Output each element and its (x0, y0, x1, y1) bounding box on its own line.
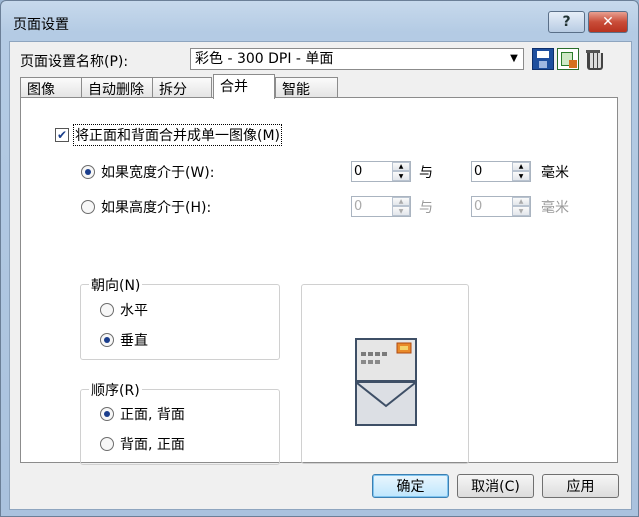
orientation-horizontal-row[interactable]: 水平 (100, 300, 148, 320)
height-radio-row[interactable]: 如果高度介于(H): (81, 197, 211, 217)
order-group: 顺序(R) 正面, 背面 背面, 正面 (80, 380, 280, 465)
chevron-down-icon[interactable]: ▼ (505, 49, 523, 69)
spin-down-icon[interactable]: ▼ (512, 206, 530, 216)
trash-icon[interactable] (583, 48, 605, 70)
horizontal-radio-label[interactable]: 水平 (120, 300, 148, 320)
width-unit-label: 毫米 (541, 165, 569, 181)
height-from-spin-buttons: ▲ ▼ (392, 197, 410, 216)
order-front-back-row[interactable]: 正面, 背面 (100, 404, 185, 424)
tab-image[interactable]: 图像 (20, 77, 82, 98)
width-from-spin-buttons: ▲ ▼ (392, 162, 410, 181)
apply-button[interactable]: 应用 (542, 474, 619, 498)
width-from-value: 0 (354, 164, 363, 179)
title-bar: 页面设置 ? ✕ (1, 1, 638, 41)
height-from-value: 0 (354, 199, 363, 214)
dialog-window: 页面设置 ? ✕ 页面设置名称(P): 彩色 - 300 DPI - 单面 ▼ … (0, 0, 639, 517)
height-from-spinner[interactable]: 0 ▲ ▼ (351, 196, 411, 217)
order-group-label: 顺序(R) (89, 380, 142, 400)
horizontal-radio[interactable] (100, 303, 114, 317)
profile-label: 页面设置名称(P): (20, 54, 129, 70)
profile-combo[interactable]: 彩色 - 300 DPI - 单面 ▼ (190, 48, 524, 70)
height-to-spinner[interactable]: 0 ▲ ▼ (471, 196, 531, 217)
merge-checkbox-label[interactable]: 将正面和背面合并成单一图像(M) (73, 124, 283, 146)
width-to-spinner[interactable]: 0 ▲ ▼ (471, 161, 531, 182)
width-and-label: 与 (419, 165, 433, 181)
width-radio-label[interactable]: 如果宽度介于(W): (101, 162, 214, 182)
height-to-spin-buttons: ▲ ▼ (512, 197, 530, 216)
merge-checkbox[interactable]: ✔ (55, 128, 69, 142)
help-button[interactable]: ? (548, 11, 585, 33)
dialog-client: 页面设置名称(P): 彩色 - 300 DPI - 单面 ▼ 图像 自动删除 拆… (9, 41, 632, 510)
height-unit-label: 毫米 (541, 200, 569, 216)
cancel-button[interactable]: 取消(C) (457, 474, 534, 498)
height-to-value: 0 (474, 199, 483, 214)
profile-value: 彩色 - 300 DPI - 单面 (195, 51, 334, 67)
merge-panel: ✔ 将正面和背面合并成单一图像(M) 如果宽度介于(W): 0 ▲ ▼ 与 0 … (20, 97, 618, 465)
orientation-group-label: 朝向(N) (89, 275, 143, 295)
spin-down-icon[interactable]: ▼ (392, 171, 410, 181)
close-button[interactable]: ✕ (588, 11, 628, 33)
orientation-group: 朝向(N) 水平 垂直 (80, 275, 280, 360)
merge-preview (301, 284, 469, 464)
tab-smart-qc[interactable]: 智能 QC (275, 77, 338, 115)
spin-down-icon[interactable]: ▼ (512, 171, 530, 181)
save-as-icon[interactable] (557, 48, 579, 70)
order-back-front-row[interactable]: 背面, 正面 (100, 434, 185, 454)
height-and-label: 与 (419, 200, 433, 216)
merge-checkbox-row[interactable]: ✔ 将正面和背面合并成单一图像(M) (55, 124, 283, 146)
width-from-spinner[interactable]: 0 ▲ ▼ (351, 161, 411, 182)
vertical-radio-label[interactable]: 垂直 (120, 330, 148, 350)
width-radio-row[interactable]: 如果宽度介于(W): (81, 162, 214, 182)
window-title: 页面设置 (13, 17, 69, 33)
tab-merge[interactable]: 合并 (213, 74, 275, 99)
width-radio[interactable] (81, 165, 95, 179)
ok-button[interactable]: 确定 (372, 474, 449, 498)
orientation-vertical-row[interactable]: 垂直 (100, 330, 148, 350)
back-front-radio[interactable] (100, 437, 114, 451)
height-radio-label[interactable]: 如果高度介于(H): (101, 197, 211, 217)
tab-auto-delete[interactable]: 自动删除 (81, 77, 153, 98)
height-radio[interactable] (81, 200, 95, 214)
spin-down-icon[interactable]: ▼ (392, 206, 410, 216)
back-front-radio-label[interactable]: 背面, 正面 (120, 434, 185, 454)
width-to-value: 0 (474, 164, 483, 179)
tab-split[interactable]: 拆分 (152, 77, 212, 98)
width-to-spin-buttons: ▲ ▼ (512, 162, 530, 181)
front-back-radio-label[interactable]: 正面, 背面 (120, 404, 185, 424)
vertical-radio[interactable] (100, 333, 114, 347)
save-icon[interactable] (532, 48, 554, 70)
front-back-radio[interactable] (100, 407, 114, 421)
envelope-icon (355, 338, 417, 426)
